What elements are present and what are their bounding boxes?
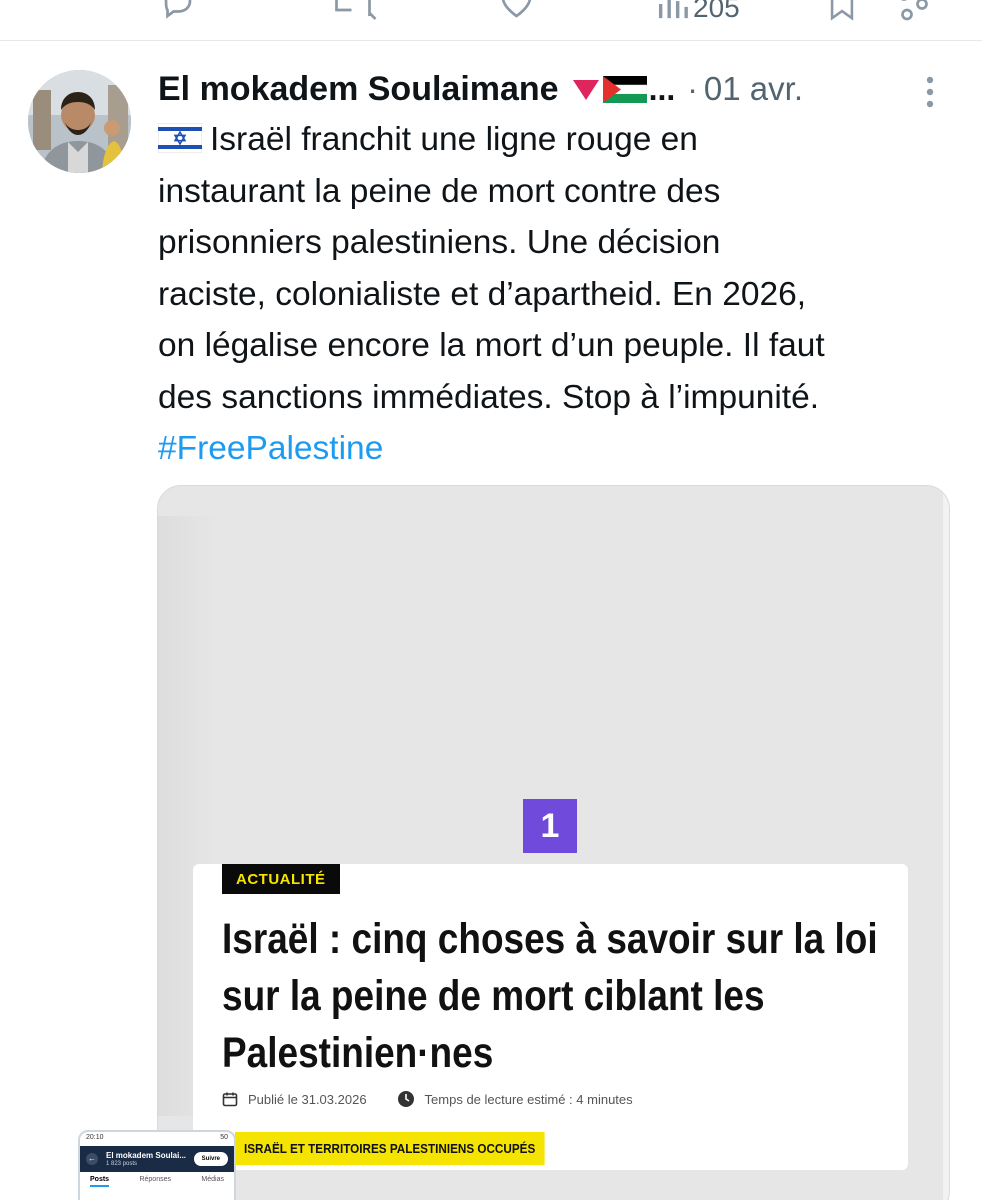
headline-line: Israël : cinq choses à savoir sur la loi: [222, 915, 878, 963]
tweet-date[interactable]: 01 avr.: [704, 70, 803, 108]
article-meta: Publié le 31.03.2026 Temps de lecture es…: [222, 1090, 633, 1108]
status-time: 20:10: [86, 1134, 104, 1141]
previous-tweet-actions: 205: [0, 0, 982, 40]
region-tag: ISRAËL ET TERRITOIRES PALESTINIENS OCCUP…: [235, 1132, 545, 1165]
tweet-text-line: des sanctions immédiates. Stop à l’impun…: [158, 378, 820, 416]
israel-flag-icon: [158, 123, 202, 153]
name-ellipsis: ...: [648, 70, 676, 107]
thumb-tab-replies: Réponses: [139, 1176, 171, 1183]
tweet-text-line: on légalise encore la mort d’un peuple. …: [158, 327, 825, 364]
published-date: Publié le 31.03.2026: [248, 1091, 367, 1107]
views-icon[interactable]: 205: [655, 0, 740, 22]
like-icon[interactable]: [498, 0, 550, 22]
bookmark-icon[interactable]: [825, 0, 859, 22]
headline-line: Palestinien·nes: [222, 1029, 494, 1077]
tweet-text-line: raciste, colonialiste et d’apartheid. En…: [158, 275, 807, 313]
slide-number-badge: 1: [523, 799, 577, 853]
thumb-profile-name: El mokadem Soulai...: [106, 1150, 187, 1160]
calendar-icon: [222, 1092, 238, 1107]
tweet-text-line: prisonniers palestiniens. Une décision: [158, 224, 721, 261]
palestine-flag-icon: [602, 76, 647, 103]
tweet-text: Israël franchit une ligne rouge en insta…: [158, 114, 958, 475]
headline-line: sur la peine de mort ciblant les: [222, 972, 765, 1020]
thumb-tab-posts: Posts: [90, 1176, 110, 1187]
reading-time: Temps de lecture estimé : 4 minutes: [424, 1091, 633, 1107]
profile-header-bar: ← El mokadem Soulai... 1 823 posts Suivr…: [80, 1146, 234, 1172]
red-triangle-icon: [572, 80, 599, 100]
views-count: 205: [693, 0, 740, 23]
reply-icon[interactable]: [160, 0, 196, 22]
status-battery: 50: [220, 1134, 228, 1141]
author-emoji-flags: [571, 74, 647, 104]
tweet-text-line-0: Israël franchit une ligne rouge en: [210, 121, 698, 158]
more-options-icon[interactable]: [920, 74, 940, 110]
tweet-divider: [0, 40, 982, 41]
tweet-media[interactable]: 1 ACTUALITÉ Israël : cinq choses à savoi…: [157, 485, 950, 1200]
phone-status-bar: 20:10 50: [80, 1132, 234, 1146]
thumb-follow-button: Suivre: [193, 1152, 228, 1166]
hashtag-link[interactable]: #FreePalestine: [158, 430, 383, 467]
tweet-text-line: instaurant la peine de mort contre des: [158, 172, 721, 210]
share-icon[interactable]: [895, 0, 931, 22]
profile-screenshot-thumbnail: 20:10 50 ← El mokadem Soulai... 1 823 po…: [78, 1130, 236, 1200]
thumb-tab-media: Médias: [201, 1176, 224, 1183]
separator-dot: ·: [687, 70, 698, 107]
avatar[interactable]: [28, 70, 131, 173]
clock-icon: [397, 1091, 414, 1107]
back-arrow-icon: ←: [86, 1153, 98, 1165]
tweet-header: El mokadem Soulaimane ... · 01 avr.: [158, 64, 803, 114]
media-edge: [943, 486, 949, 1200]
author-name[interactable]: El mokadem Soulaimane: [158, 70, 559, 109]
thumb-tabs: Posts Réponses Médias: [80, 1172, 234, 1187]
article-card: ACTUALITÉ Israël : cinq choses à savoir …: [193, 864, 908, 1170]
category-tag: ACTUALITÉ: [222, 864, 340, 894]
article-headline: Israël : cinq choses à savoir sur la loi…: [222, 911, 878, 1082]
retweet-icon[interactable]: [330, 0, 382, 22]
thumb-posts-count: 1 823 posts: [106, 1160, 138, 1167]
tweet-text-line: Israël franchit une ligne rouge en: [158, 114, 958, 166]
